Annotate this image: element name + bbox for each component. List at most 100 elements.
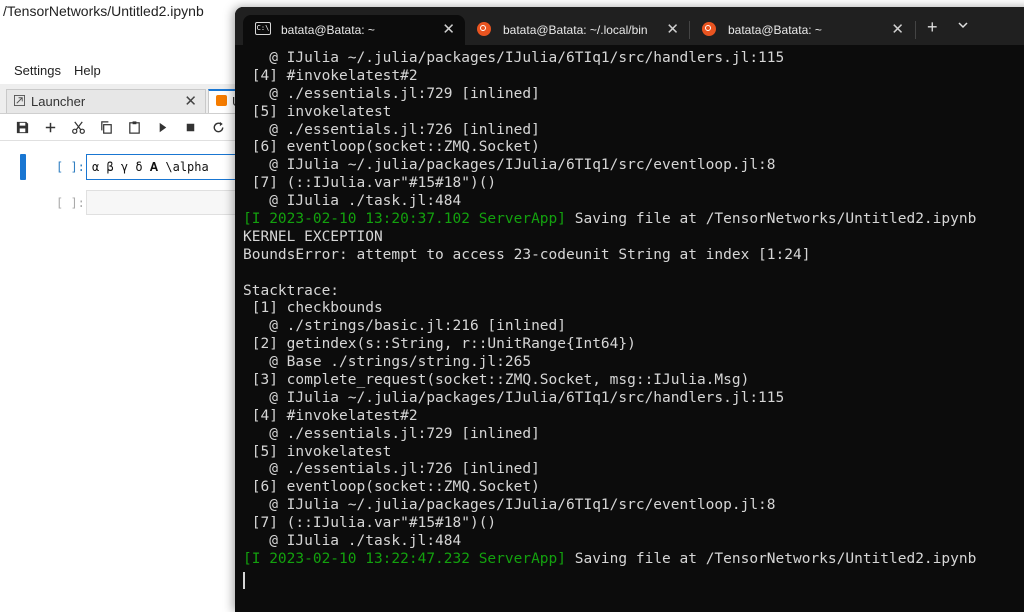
terminal-line: [6] eventloop(socket::ZMQ.Socket) <box>243 139 976 157</box>
line-text: Stacktrace: <box>243 282 340 299</box>
terminal-line: [5] invokelatest <box>243 104 976 122</box>
terminal-line: @ IJulia ~/.julia/packages/IJulia/6TIq1/… <box>243 390 976 408</box>
line-text: Saving file at /TensorNetworks/Untitled2… <box>566 211 977 228</box>
code-cell-input[interactable]: α β γ δ 𝐀 \alpha <box>86 154 246 180</box>
line-text: Saving file at /TensorNetworks/Untitled2… <box>566 550 977 567</box>
line-text: [7] (::IJulia.var"#15#18")() <box>243 175 497 192</box>
terminal-tab-title: batata@Batata: ~ <box>281 23 375 37</box>
line-text: [6] eventloop(socket::ZMQ.Socket) <box>243 139 540 156</box>
cell-prompt: [ ]: <box>56 160 85 174</box>
line-text: @ IJulia ./task.jl:484 <box>243 533 462 550</box>
line-text: @ IJulia ./task.jl:484 <box>243 193 462 210</box>
log-prefix: [I 2023-02-10 13:20:37.102 ServerApp] <box>243 211 567 228</box>
terminal-tab-3[interactable]: batata@Batata: ~ ✕ <box>690 15 914 45</box>
restart-icon[interactable] <box>208 117 228 137</box>
tab-launcher[interactable]: Launcher ✕ <box>6 89 206 113</box>
copy-icon[interactable] <box>96 117 116 137</box>
line-text: @ ./essentials.jl:726 [inlined] <box>243 461 540 478</box>
terminal-line: @ ./strings/basic.jl:216 [inlined] <box>243 318 976 336</box>
line-text: [3] complete_request(socket::ZMQ.Socket,… <box>243 372 750 389</box>
log-prefix: [I 2023-02-10 13:22:47.232 ServerApp] <box>243 550 567 567</box>
terminal-line: [4] #invokelatest#2 <box>243 408 976 426</box>
save-icon[interactable] <box>12 117 32 137</box>
line-text: [6] eventloop(socket::ZMQ.Socket) <box>243 479 540 496</box>
terminal-line: [2] getindex(s::String, r::UnitRange{Int… <box>243 336 976 354</box>
terminal-line: Stacktrace: <box>243 283 976 301</box>
line-text: @ ./essentials.jl:726 [inlined] <box>243 121 540 138</box>
terminal-line: [5] invokelatest <box>243 444 976 462</box>
terminal-tab-bar: C:\ batata@Batata: ~ ✕ batata@Batata: ~/… <box>235 7 1024 45</box>
close-icon[interactable]: ✕ <box>666 20 679 38</box>
line-text: [2] getindex(s::String, r::UnitRange{Int… <box>243 336 636 353</box>
notebook-path-title: /TensorNetworks/Untitled2.ipynb <box>3 3 204 19</box>
line-text: BoundsError: attempt to access 23-codeun… <box>243 246 811 263</box>
terminal-line: @ ./essentials.jl:729 [inlined] <box>243 86 976 104</box>
ubuntu-icon <box>702 22 716 36</box>
terminal-line: @ IJulia ./task.jl:484 <box>243 193 976 211</box>
terminal-line: KERNEL EXCEPTION <box>243 229 976 247</box>
ubuntu-icon <box>477 22 491 36</box>
terminal-tab-2[interactable]: batata@Batata: ~/.local/bin ✕ <box>465 15 689 45</box>
cell-prompt: [ ]: <box>56 196 85 210</box>
line-text: [1] checkbounds <box>243 300 383 317</box>
terminal-line: @ IJulia ~/.julia/packages/IJulia/6TIq1/… <box>243 50 976 68</box>
line-text: [5] invokelatest <box>243 103 392 120</box>
terminal-line: @ Base ./strings/string.jl:265 <box>243 354 976 372</box>
menu-help[interactable]: Help <box>74 63 101 78</box>
active-cell-marker <box>20 154 26 180</box>
terminal-line: @ IJulia ~/.julia/packages/IJulia/6TIq1/… <box>243 497 976 515</box>
line-text: @ IJulia ~/.julia/packages/IJulia/6TIq1/… <box>243 157 776 174</box>
terminal-line: @ IJulia ~/.julia/packages/IJulia/6TIq1/… <box>243 157 976 175</box>
new-tab-button[interactable]: + <box>927 17 938 38</box>
terminal-line: [6] eventloop(socket::ZMQ.Socket) <box>243 479 976 497</box>
terminal-line: @ ./essentials.jl:726 [inlined] <box>243 122 976 140</box>
line-text: @ IJulia ~/.julia/packages/IJulia/6TIq1/… <box>243 389 785 406</box>
terminal-line: [7] (::IJulia.var"#15#18")() <box>243 515 976 533</box>
line-text: @ ./essentials.jl:729 [inlined] <box>243 85 540 102</box>
launcher-icon <box>14 95 25 106</box>
close-icon[interactable]: ✕ <box>442 20 455 38</box>
cmd-icon: C:\ <box>255 22 271 35</box>
terminal-line: @ ./essentials.jl:726 [inlined] <box>243 461 976 479</box>
terminal-tab-title: batata@Batata: ~/.local/bin <box>503 23 648 37</box>
close-icon[interactable]: ✕ <box>184 92 197 110</box>
menu-settings[interactable]: Settings <box>14 63 61 78</box>
chevron-down-icon[interactable] <box>957 20 969 30</box>
terminal-lines: @ IJulia ~/.julia/packages/IJulia/6TIq1/… <box>243 50 976 569</box>
line-text: [7] (::IJulia.var"#15#18")() <box>243 515 497 532</box>
add-cell-icon[interactable] <box>40 117 60 137</box>
close-icon[interactable]: ✕ <box>891 20 904 38</box>
line-text: [4] #invokelatest#2 <box>243 67 418 84</box>
line-text: [4] #invokelatest#2 <box>243 407 418 424</box>
terminal-tab-1[interactable]: C:\ batata@Batata: ~ ✕ <box>243 15 465 45</box>
code-cell-input[interactable] <box>86 190 246 215</box>
terminal-output[interactable]: @ IJulia ~/.julia/packages/IJulia/6TIq1/… <box>235 45 1024 612</box>
terminal-cursor <box>243 572 245 589</box>
line-text: @ IJulia ~/.julia/packages/IJulia/6TIq1/… <box>243 50 785 66</box>
tab-launcher-label: Launcher <box>31 94 86 109</box>
line-text: @ IJulia ~/.julia/packages/IJulia/6TIq1/… <box>243 497 776 514</box>
line-text: KERNEL EXCEPTION <box>243 228 383 245</box>
run-icon[interactable] <box>152 117 172 137</box>
stop-icon[interactable] <box>180 117 200 137</box>
terminal-line: BoundsError: attempt to access 23-codeun… <box>243 247 976 265</box>
line-text: @ ./essentials.jl:729 [inlined] <box>243 425 540 442</box>
line-text: [5] invokelatest <box>243 443 392 460</box>
paste-icon[interactable] <box>124 117 144 137</box>
terminal-line: @ ./essentials.jl:729 [inlined] <box>243 426 976 444</box>
cut-icon[interactable] <box>68 117 88 137</box>
terminal-line: [I 2023-02-10 13:22:47.232 ServerApp] Sa… <box>243 551 976 569</box>
terminal-line: @ IJulia ./task.jl:484 <box>243 533 976 551</box>
terminal-line: [4] #invokelatest#2 <box>243 68 976 86</box>
terminal-line: [7] (::IJulia.var"#15#18")() <box>243 175 976 193</box>
terminal-line: [I 2023-02-10 13:20:37.102 ServerApp] Sa… <box>243 211 976 229</box>
tab-separator <box>915 21 916 39</box>
terminal-line: [3] complete_request(socket::ZMQ.Socket,… <box>243 372 976 390</box>
line-text: @ Base ./strings/string.jl:265 <box>243 354 532 371</box>
terminal-tab-title: batata@Batata: ~ <box>728 23 822 37</box>
notebook-icon <box>216 95 227 106</box>
cell-code: α β γ δ 𝐀 \alpha <box>92 160 209 174</box>
line-text: @ ./strings/basic.jl:216 [inlined] <box>243 318 567 335</box>
terminal-line: [1] checkbounds <box>243 300 976 318</box>
